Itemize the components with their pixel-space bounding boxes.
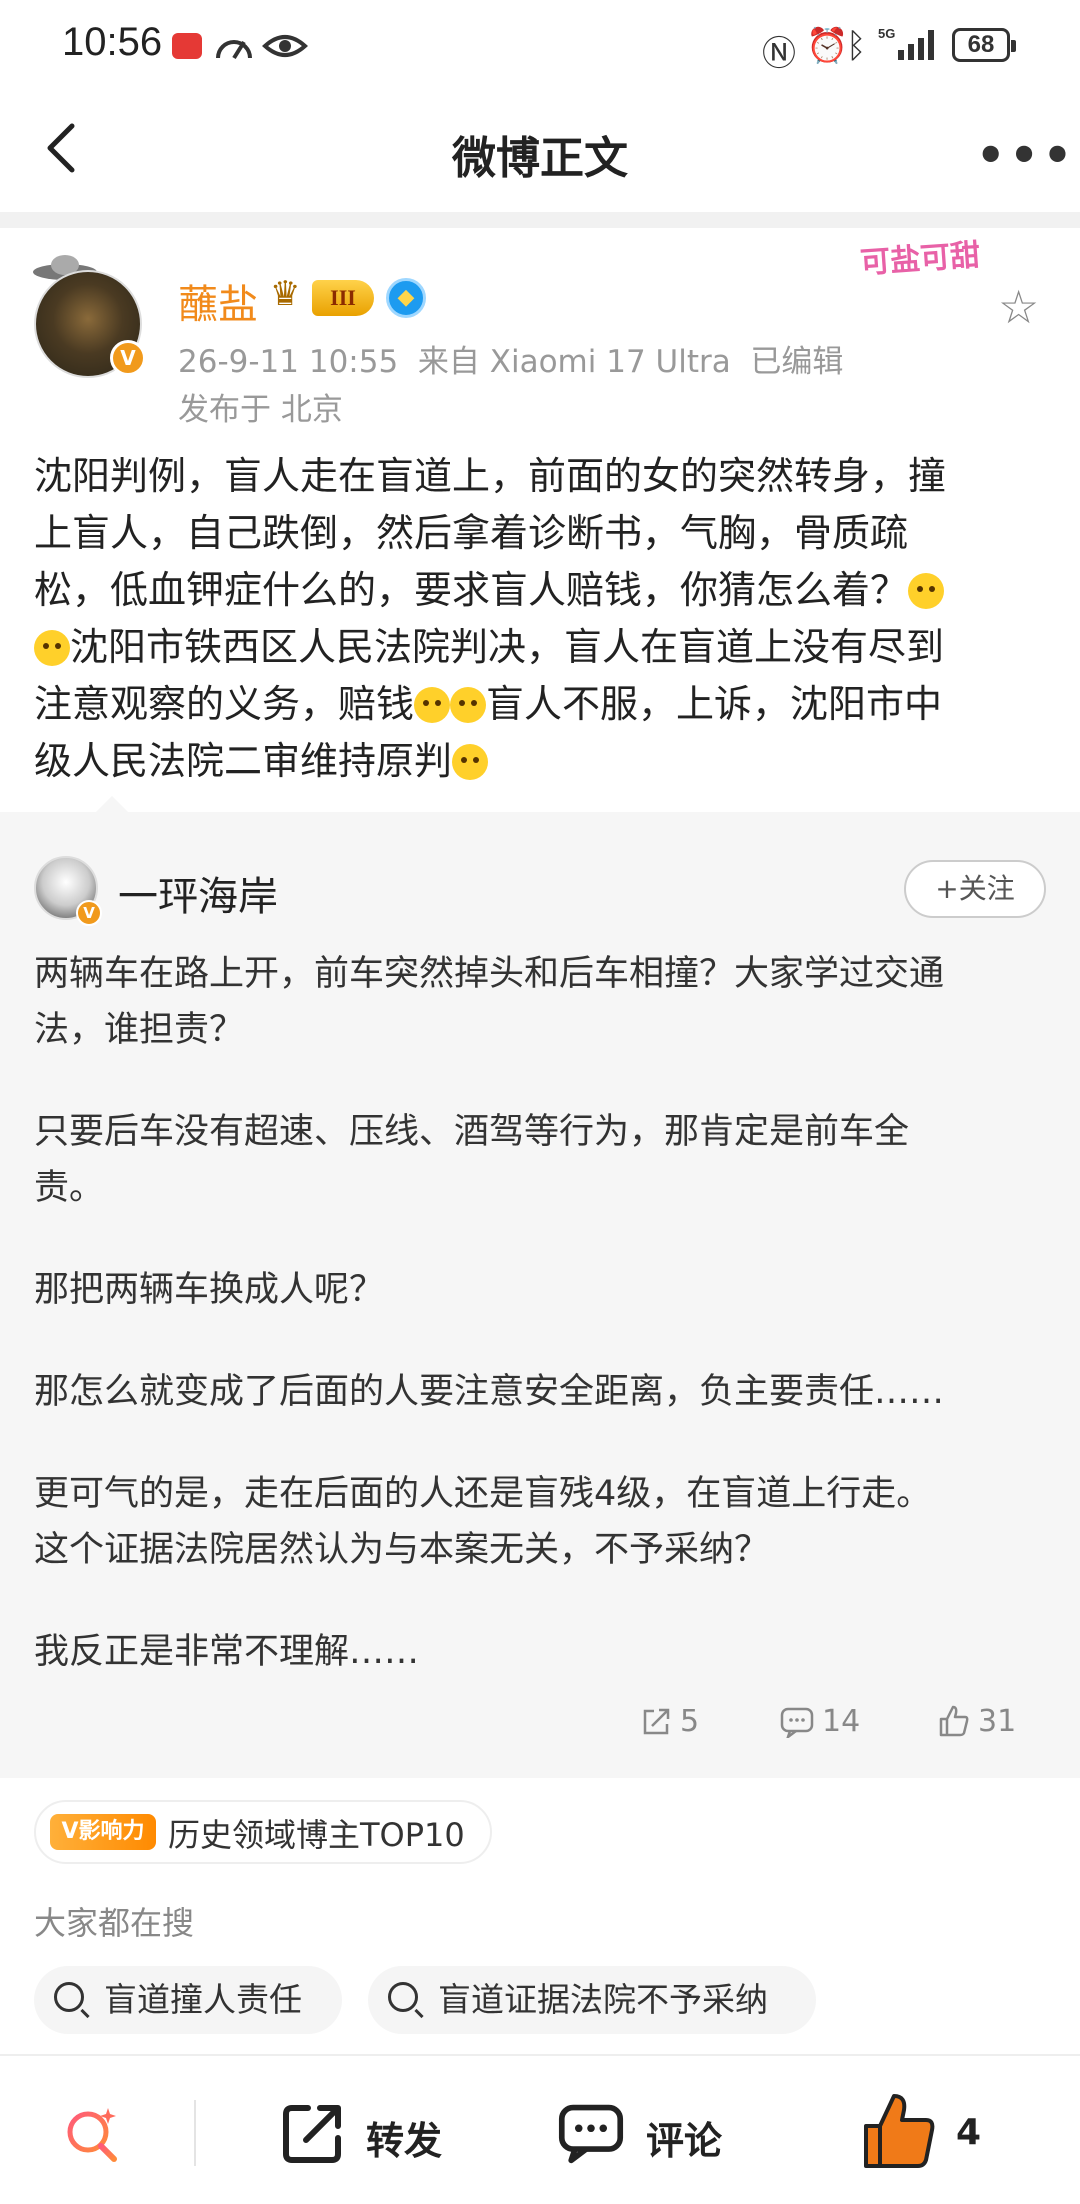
post-location: 发布于 北京 — [178, 392, 343, 428]
post-line: 沈阳市铁西区人民法院判决，盲人在盲道上没有尽到 — [34, 619, 1050, 676]
post-line: 注意观察的义务，赔钱 盲人不服，上诉，沈阳市中 — [34, 682, 943, 726]
speedometer-icon — [216, 40, 252, 60]
bottom-bar-divider — [0, 2054, 1080, 2056]
comment-count: 14 — [822, 1704, 861, 1739]
post-line: 级人民法院二审维持原判 — [34, 733, 1050, 790]
post-time-source: 26-9-11 10:55 来自 Xiaomi 17 Ultra 已编辑 — [178, 344, 844, 380]
repost-paragraph: 我反正是非常不理解…… — [34, 1632, 420, 1672]
follow-button[interactable]: +关注 — [904, 860, 1046, 918]
repost-icon[interactable] — [640, 1706, 672, 1738]
nfc-icon: Ⓝ — [762, 34, 796, 74]
like-icon[interactable] — [938, 1704, 970, 1738]
search-chip[interactable]: 盲道证据法院不予采纳 — [368, 1966, 816, 2034]
bottom-like-count: 4 — [956, 2112, 982, 2153]
sticker-decoration: 可盐可甜 — [859, 237, 982, 282]
svg-text:5G: 5G — [878, 26, 895, 41]
search-icon — [54, 1982, 84, 2012]
comment-button[interactable]: 评论 — [646, 2110, 722, 2165]
repost-paragraph: 那怎么就变成了后面的人要注意安全距离，负主要责任…… — [34, 1372, 945, 1412]
favorite-star-icon[interactable]: ☆ — [998, 280, 1039, 334]
influence-text: 历史领域博主TOP10 — [168, 1816, 465, 1854]
page-title: 微博正文 — [452, 133, 628, 184]
eye-icon — [262, 35, 308, 57]
search-chip[interactable]: 盲道撞人责任 — [34, 1966, 342, 2034]
blue-verified-icon: ◆ — [386, 278, 426, 318]
repost-button[interactable]: 转发 — [366, 2110, 442, 2165]
like-count: 31 — [978, 1704, 1017, 1739]
bluetooth-icon: ᛒ — [846, 26, 867, 66]
repost-icon[interactable] — [280, 2100, 346, 2166]
repost-paragraph: 那把两辆车换成人呢？ — [34, 1270, 385, 1310]
search-icon[interactable] — [62, 2104, 122, 2164]
comment-icon[interactable] — [780, 1706, 814, 1738]
comment-icon[interactable] — [558, 2100, 624, 2166]
influence-badge: V影响力 — [50, 1814, 156, 1850]
author-name[interactable]: 蘸盐 — [178, 272, 258, 330]
post-line: 沈阳判例，盲人走在盲道上，前面的女的突然转身，撞 — [34, 454, 947, 498]
666-emoji-icon — [908, 573, 945, 609]
trending-heading: 大家都在搜 — [34, 1904, 195, 1942]
section-divider — [0, 212, 1080, 228]
more-options-icon[interactable]: ••• — [976, 128, 1076, 182]
repost-count: 5 — [680, 1704, 700, 1739]
v-verified-badge-icon: V — [110, 340, 146, 376]
post-line: 上盲人，自己跌倒，然后拿着诊断书，气胸，骨质疏 — [34, 511, 909, 555]
search-icon — [388, 1982, 418, 2012]
huawei-app-icon — [172, 33, 202, 59]
like-thumb-icon[interactable] — [862, 2090, 938, 2170]
battery-indicator: 68 — [952, 28, 1016, 62]
bottom-bar-separator — [194, 2100, 196, 2166]
v-verified-badge-icon: V — [76, 900, 102, 926]
repost-paragraph: 两辆车在路上开，前车突然掉头和后车相撞？大家学过交通 法，谁担责？ — [34, 954, 945, 1050]
post-line: 松，低血钾症什么的，要求盲人赔钱，你猜怎么着？ — [34, 562, 1050, 619]
repost-paragraph: 只要后车没有超速、压线、酒驾等行为，那肯定是前车全 责。 — [34, 1112, 910, 1208]
alarm-icon: ⏰ — [806, 26, 849, 66]
post-content: 沈阳判例，盲人走在盲道上，前面的女的突然转身，撞 上盲人，自己跌倒，然后拿着诊断… — [34, 448, 1050, 790]
666-emoji-icon — [414, 687, 451, 723]
status-time: 10:56 — [62, 20, 163, 64]
666-emoji-icon — [450, 687, 487, 723]
repost-author-name[interactable]: 一玶海岸 — [118, 864, 278, 922]
666-emoji-icon — [34, 630, 70, 666]
member-level-badge[interactable]: III — [312, 280, 374, 316]
666-emoji-icon — [452, 744, 489, 780]
signal-5g-icon: 5G — [878, 26, 934, 60]
repost-notch — [96, 796, 128, 812]
crown-icon: ♛ — [270, 274, 301, 314]
repost-paragraph: 更可气的是，走在后面的人还是盲残4级，在盲道上行走。 这个证据法院居然认为与本案无… — [34, 1474, 932, 1570]
